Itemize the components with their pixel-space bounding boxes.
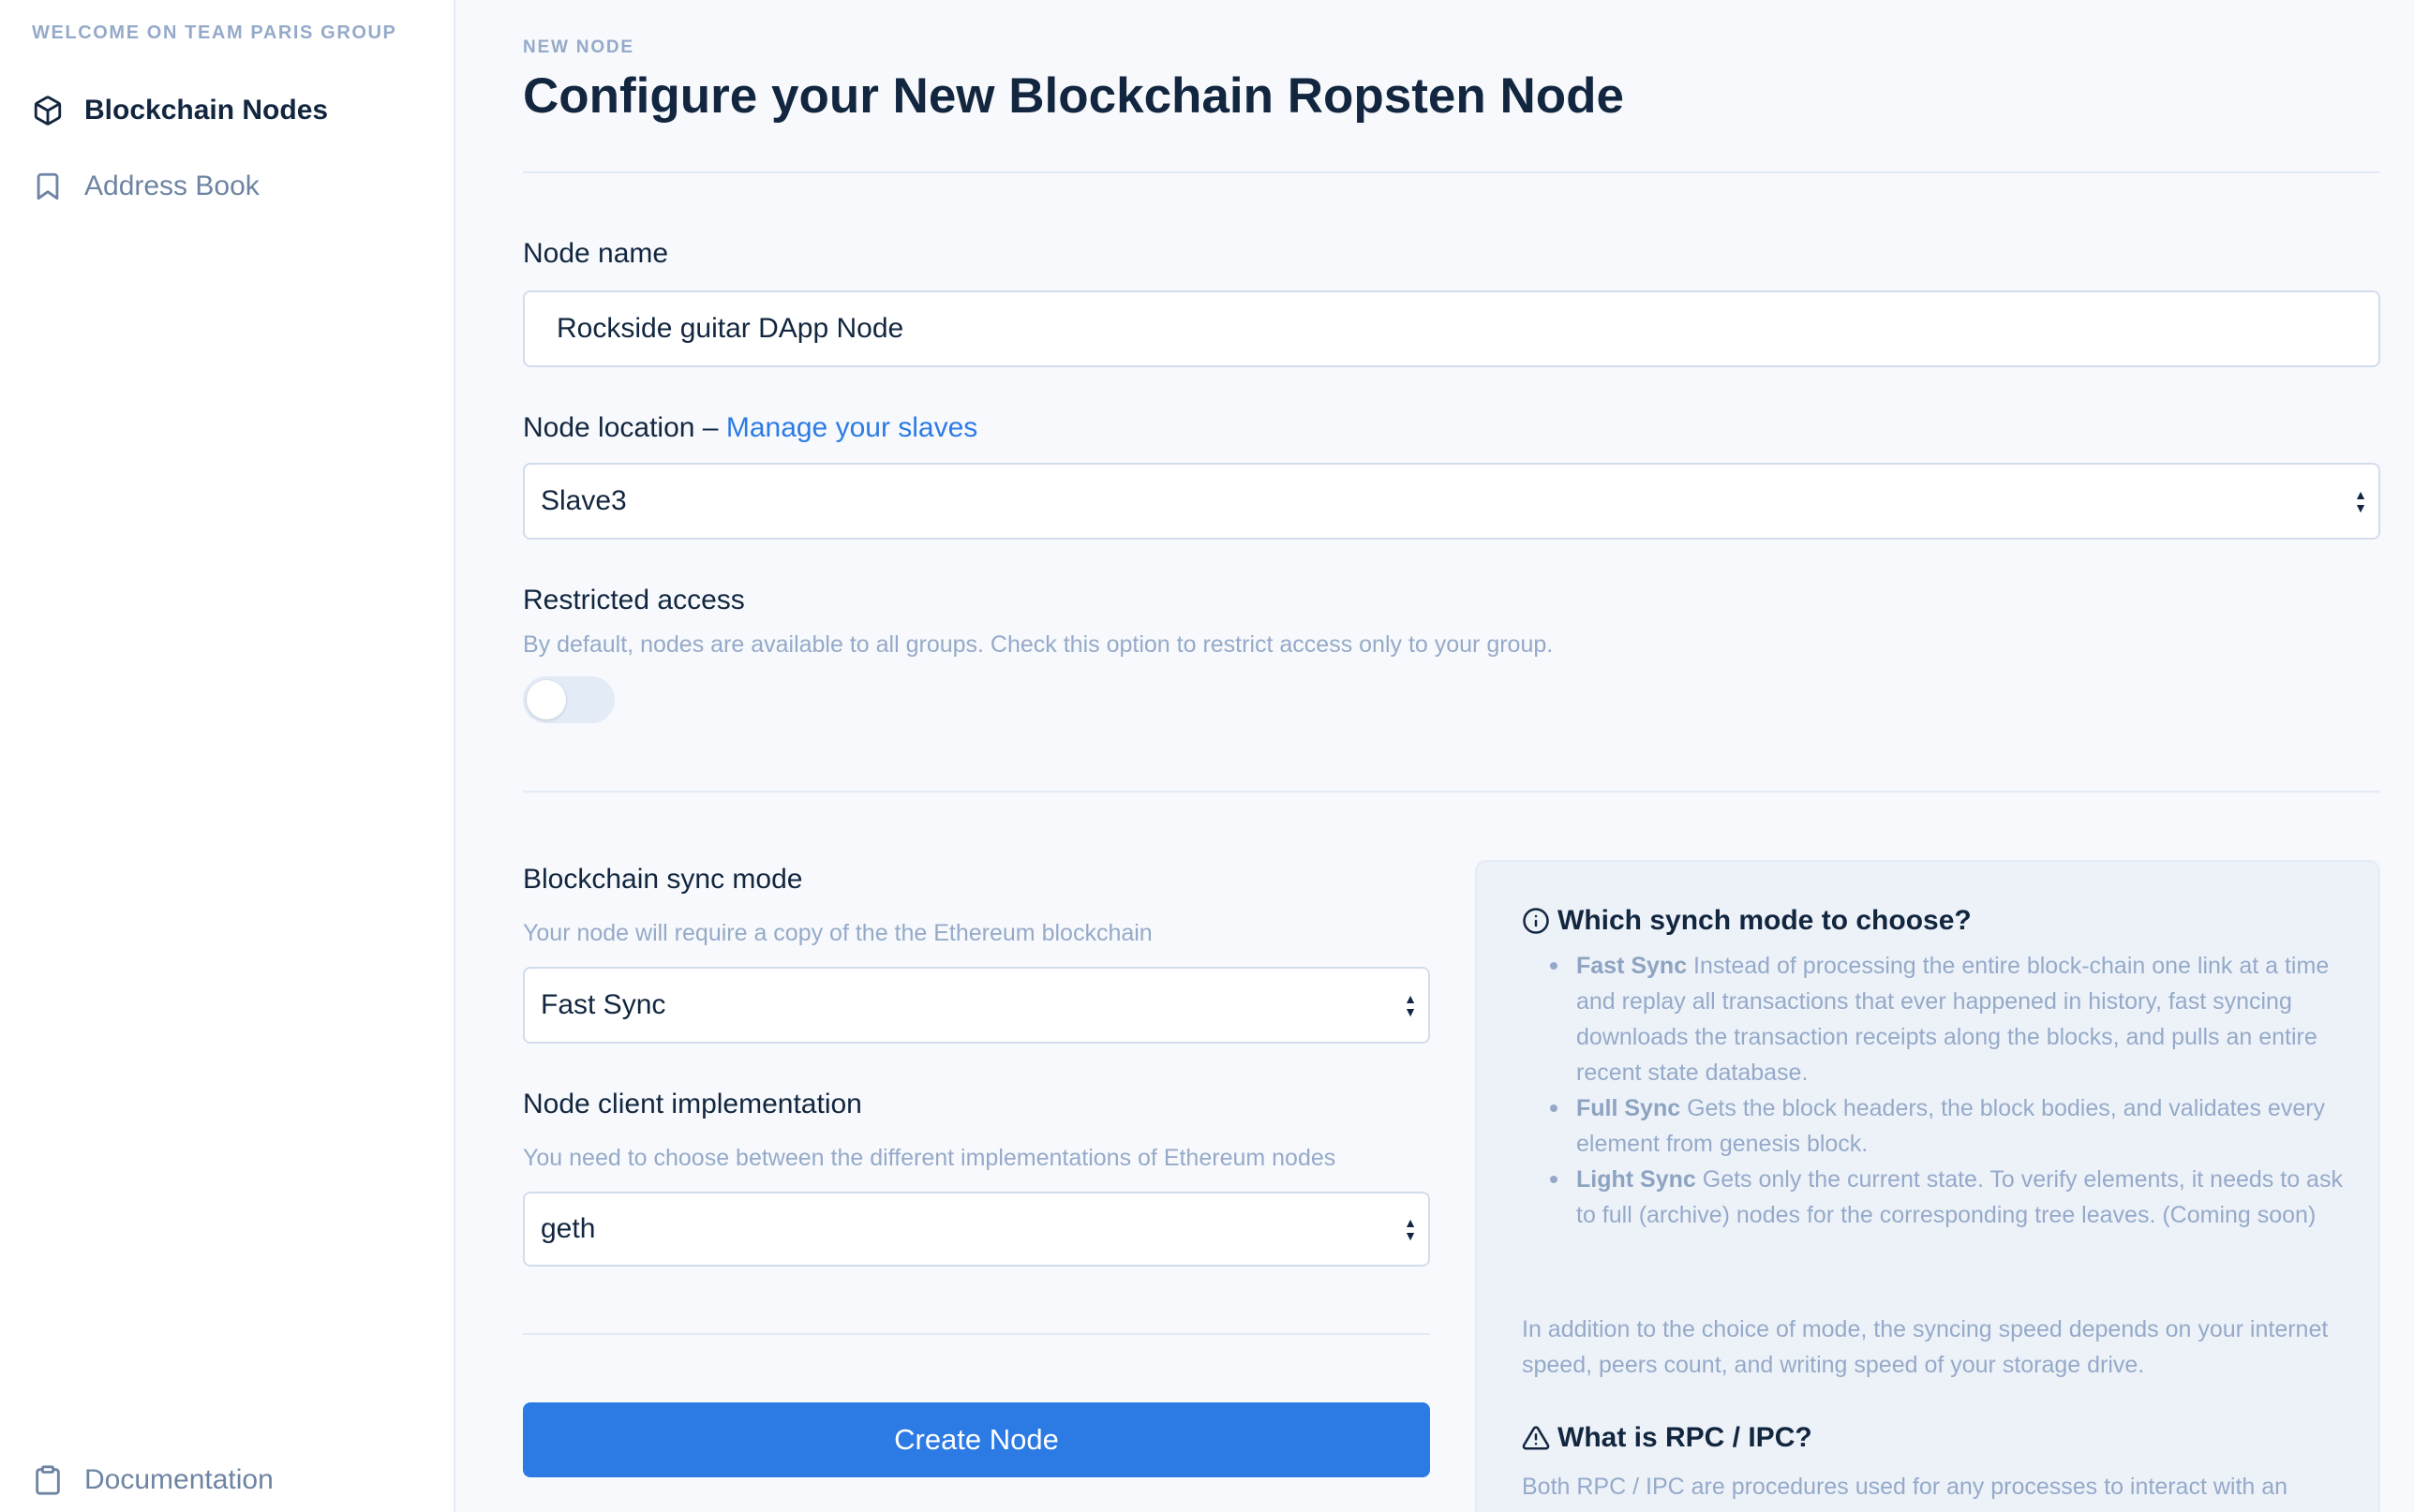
sync-term: Full Sync (1576, 1095, 1681, 1121)
sync-mode-info-card: Which synch mode to choose? Fast Sync In… (1475, 860, 2380, 1512)
team-welcome-label: WELCOME ON TEAM PARIS GROUP (32, 22, 397, 43)
restricted-access-toggle[interactable] (523, 676, 615, 723)
client-implementation-select[interactable]: geth ▲ ▼ (523, 1192, 1430, 1267)
cube-icon (32, 95, 64, 126)
sidebar-item-label: Blockchain Nodes (84, 95, 329, 126)
list-item: Full Sync Gets the block headers, the bl… (1550, 1090, 2345, 1162)
select-arrows-icon: ▲ ▼ (1404, 1215, 1417, 1243)
rpc-ipc-title-text: What is RPC / IPC? (1557, 1422, 1812, 1453)
sidebar-item-label: Address Book (84, 170, 260, 201)
sidebar-item-address-book[interactable]: Address Book (32, 170, 260, 202)
info-card-title: Which synch mode to choose? (1522, 905, 1972, 937)
manage-slaves-link[interactable]: Manage your slaves (726, 412, 977, 443)
sync-mode-value: Fast Sync (541, 989, 666, 1020)
node-location-select[interactable]: Slave3 ▲ ▼ (523, 463, 2380, 540)
divider (523, 171, 2380, 173)
node-location-label: Node location – Manage your slaves (523, 412, 977, 444)
rpc-ipc-description: Both RPC / IPC are procedures used for a… (1522, 1474, 2288, 1500)
node-location-value: Slave3 (541, 485, 627, 516)
sidebar-item-blockchain-nodes[interactable]: Blockchain Nodes (32, 95, 328, 126)
restricted-access-label: Restricted access (523, 585, 745, 615)
info-circle-icon (1522, 907, 1550, 935)
client-implementation-label: Node client implementation (523, 1089, 862, 1119)
sync-mode-label: Blockchain sync mode (523, 864, 803, 895)
page-title: Configure your New Blockchain Ropsten No… (523, 68, 1624, 124)
list-item: Light Sync Gets only the current state. … (1550, 1162, 2345, 1233)
sync-speed-note: In addition to the choice of mode, the s… (1522, 1316, 2329, 1378)
sync-mode-help: Your node will require a copy of the the… (523, 920, 1153, 946)
select-arrows-icon: ▲ ▼ (1404, 991, 1417, 1019)
toggle-knob (527, 680, 566, 719)
bookmark-icon (32, 170, 64, 202)
sync-term: Light Sync (1576, 1166, 1696, 1193)
create-node-button[interactable]: Create Node (523, 1402, 1430, 1477)
node-name-input[interactable]: Rockside guitar DApp Node (523, 290, 2380, 367)
node-name-value: Rockside guitar DApp Node (557, 313, 904, 344)
sync-description: Gets the block headers, the block bodies… (1576, 1095, 2326, 1157)
sidebar-item-label: Documentation (84, 1464, 274, 1495)
client-implementation-value: geth (541, 1213, 596, 1244)
node-name-label: Node name (523, 238, 669, 269)
sync-term: Fast Sync (1576, 953, 1688, 979)
label-separator: – (694, 412, 726, 443)
clipboard-icon (32, 1464, 64, 1496)
rpc-ipc-title: What is RPC / IPC? (1522, 1422, 1812, 1454)
divider (523, 1333, 1430, 1335)
main-content: NEW NODE Configure your New Blockchain R… (523, 0, 2380, 1512)
client-implementation-help: You need to choose between the different… (523, 1145, 1336, 1171)
sync-mode-list: Fast Sync Instead of processing the enti… (1550, 948, 2345, 1233)
page-pretitle: NEW NODE (523, 37, 634, 57)
sidebar-item-documentation[interactable]: Documentation (32, 1464, 274, 1496)
sidebar: WELCOME ON TEAM PARIS GROUP Blockchain N… (0, 0, 455, 1512)
select-arrows-icon: ▲ ▼ (2354, 487, 2367, 515)
list-item: Fast Sync Instead of processing the enti… (1550, 948, 2345, 1090)
node-location-label-text: Node location (523, 412, 695, 443)
restricted-access-help: By default, nodes are available to all g… (523, 631, 1554, 658)
info-card-title-text: Which synch mode to choose? (1557, 905, 1972, 936)
sync-mode-select[interactable]: Fast Sync ▲ ▼ (523, 967, 1430, 1044)
divider (523, 791, 2380, 793)
sync-description: Instead of processing the entire block-c… (1576, 953, 2330, 1086)
warning-triangle-icon (1522, 1424, 1550, 1452)
